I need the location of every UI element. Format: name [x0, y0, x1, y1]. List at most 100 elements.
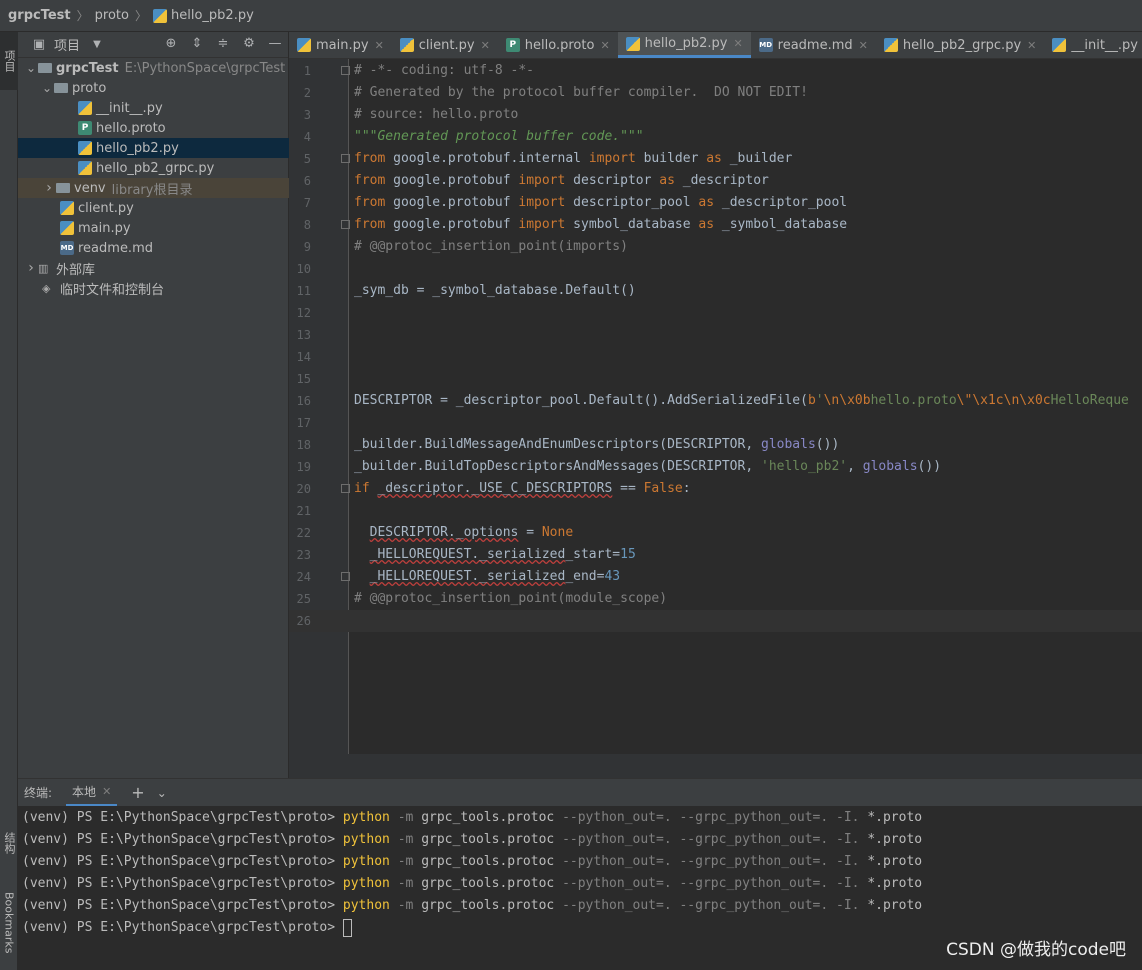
line-number: 7: [303, 196, 311, 210]
close-icon[interactable]: ✕: [1027, 39, 1036, 52]
chevron-down-icon[interactable]: ▼: [88, 39, 106, 50]
line-number: 4: [303, 130, 311, 144]
locate-file-icon[interactable]: ⊕: [162, 36, 180, 51]
terminal-cursor: [342, 918, 352, 937]
code-line: 13: [289, 324, 1142, 346]
terminal-header: 终端: 本地 ✕ + ⌄: [18, 778, 1142, 807]
tree-item[interactable]: hello_pb2_grpc.py: [18, 158, 289, 178]
line-number: 6: [303, 174, 311, 188]
python-file-icon: [625, 36, 640, 51]
close-icon[interactable]: ✕: [481, 39, 490, 52]
terminal-command-target: *.proto: [867, 876, 923, 891]
python-file-icon: [78, 161, 92, 175]
tab-main-py[interactable]: main.py ✕: [289, 32, 392, 58]
expand-all-icon[interactable]: ⇕: [188, 36, 206, 51]
line-number: 21: [296, 504, 311, 518]
tab-hello-pb2-grpc-py[interactable]: hello_pb2_grpc.py ✕: [876, 32, 1044, 58]
structure-tool-tab[interactable]: 结构: [0, 818, 18, 868]
project-pane-title[interactable]: 项目: [54, 35, 80, 54]
tree-item-label: venv: [74, 180, 106, 196]
tree-item[interactable]: MD readme.md: [18, 238, 289, 258]
close-icon[interactable]: ✕: [733, 37, 742, 50]
terminal-line: (venv) PS E:\PythonSpace\grpcTest\proto>…: [22, 829, 922, 851]
line-number: 11: [296, 284, 311, 298]
tab-hello-proto[interactable]: Phello.proto ✕: [498, 32, 618, 58]
tree-item-hint: E:\PythonSpace\grpcTest: [124, 60, 286, 76]
bookmarks-tool-tab[interactable]: Bookmarks: [0, 878, 18, 968]
close-icon[interactable]: ✕: [600, 39, 609, 52]
fold-marker-icon[interactable]: [341, 66, 350, 75]
fold-marker-icon[interactable]: [341, 484, 350, 493]
hide-pane-icon[interactable]: —: [266, 36, 284, 51]
line-number: 2: [303, 86, 311, 100]
tree-item-label: hello_pb2.py: [96, 140, 179, 156]
terminal-line: (venv) PS E:\PythonSpace\grpcTest\proto>: [22, 917, 352, 939]
breadcrumb-file[interactable]: hello_pb2.py: [171, 8, 254, 23]
code-text: # -*- coding: utf-8 -*-: [354, 63, 535, 78]
tree-item[interactable]: hello_pb2.py: [18, 138, 289, 158]
project-tool-tab[interactable]: 项目: [0, 32, 18, 90]
line-number: 25: [296, 592, 311, 606]
tree-item[interactable]: ⌄ proto: [18, 78, 289, 98]
chevron-right-icon[interactable]: ›: [24, 260, 38, 276]
terminal-command-target: *.proto: [867, 810, 923, 825]
code-line: 25 # @@protoc_insertion_point(module_scop…: [289, 588, 1142, 610]
fold-marker-icon[interactable]: [341, 154, 350, 163]
code-line: 9 # @@protoc_insertion_point(imports): [289, 236, 1142, 258]
chevron-down-icon[interactable]: ⌄: [24, 61, 38, 75]
tree-item[interactable]: › ▥ 外部库: [18, 258, 289, 278]
code-text: _HELLOREQUEST._serialized_end=43: [369, 569, 621, 584]
terminal-line: (venv) PS E:\PythonSpace\grpcTest\proto>…: [22, 851, 922, 873]
terminal-command-flags: --python_out=. --grpc_python_out=. -I.: [562, 898, 860, 913]
python-file-icon: [60, 201, 74, 215]
tree-item[interactable]: Phello.proto: [18, 118, 289, 138]
tab-readme-md[interactable]: MD readme.md ✕: [751, 32, 876, 58]
tree-item[interactable]: main.py: [18, 218, 289, 238]
code-text: _HELLOREQUEST._serialized_start=15: [369, 547, 636, 562]
terminal-command-target: *.proto: [867, 854, 923, 869]
line-number: 15: [296, 372, 311, 386]
tree-item-label: grpcTest: [56, 60, 119, 76]
code-text: if _descriptor._USE_C_DESCRIPTORS == Fal…: [354, 481, 691, 496]
terminal-command-python: python: [342, 898, 390, 913]
add-terminal-icon[interactable]: +: [131, 783, 144, 802]
close-icon[interactable]: ✕: [375, 39, 384, 52]
tree-item[interactable]: __init__.py: [18, 98, 289, 118]
close-icon[interactable]: ✕: [859, 39, 868, 52]
code-line: 3 # source: hello.proto: [289, 104, 1142, 126]
code-line: 7 from google.protobuf import descriptor_…: [289, 192, 1142, 214]
close-icon[interactable]: ✕: [102, 785, 111, 798]
code-text: # source: hello.proto: [354, 107, 519, 122]
project-pane: ▣ 项目 ▼ ⊕ ⇕ ≑ ⚙ — ⌄ grpcTest E:\PythonSpace…: [18, 32, 289, 778]
tree-item[interactable]: ◈ 临时文件和控制台: [18, 278, 289, 298]
fold-marker-icon[interactable]: [341, 220, 350, 229]
code-editor[interactable]: 1 # -*- coding: utf-8 -*- 2 # Generated by …: [289, 59, 1142, 778]
tree-item[interactable]: ⌄ grpcTest E:\PythonSpace\grpcTest: [18, 58, 289, 78]
tree-item[interactable]: client.py: [18, 198, 289, 218]
line-number: 22: [296, 526, 311, 540]
tab-hello-pb2-py[interactable]: hello_pb2.py ✕: [617, 32, 751, 58]
tab-client-py[interactable]: client.py ✕: [392, 32, 498, 58]
code-line: 14: [289, 346, 1142, 368]
terminal-tab-local[interactable]: 本地 ✕: [66, 779, 118, 807]
collapse-all-icon[interactable]: ≑: [214, 36, 232, 51]
tree-item[interactable]: › venv library根目录: [18, 178, 289, 198]
python-file-icon: [883, 38, 898, 52]
folder-icon: [56, 183, 70, 193]
python-file-icon: [153, 8, 167, 23]
breadcrumb-project[interactable]: grpcTest: [8, 8, 71, 23]
chevron-down-icon[interactable]: ⌄: [157, 786, 167, 800]
code-text: _builder.BuildTopDescriptorsAndMessages(…: [354, 459, 942, 474]
code-text: from google.protobuf import descriptor a…: [354, 173, 769, 188]
terminal-command-flags: --python_out=. --grpc_python_out=. -I.: [562, 810, 860, 825]
fold-marker-icon[interactable]: [341, 572, 350, 581]
tab--init-py[interactable]: __init__.py✕: [1044, 32, 1142, 58]
line-number: 14: [296, 350, 311, 364]
breadcrumb-folder[interactable]: proto: [95, 8, 129, 23]
line-number: 10: [296, 262, 311, 276]
chevron-right-icon[interactable]: ›: [42, 180, 56, 196]
chevron-down-icon[interactable]: ⌄: [40, 81, 54, 95]
terminal-command-python: python: [342, 810, 390, 825]
gear-icon[interactable]: ⚙: [240, 36, 258, 51]
code-line: 8 from google.protobuf import symbol_data…: [289, 214, 1142, 236]
